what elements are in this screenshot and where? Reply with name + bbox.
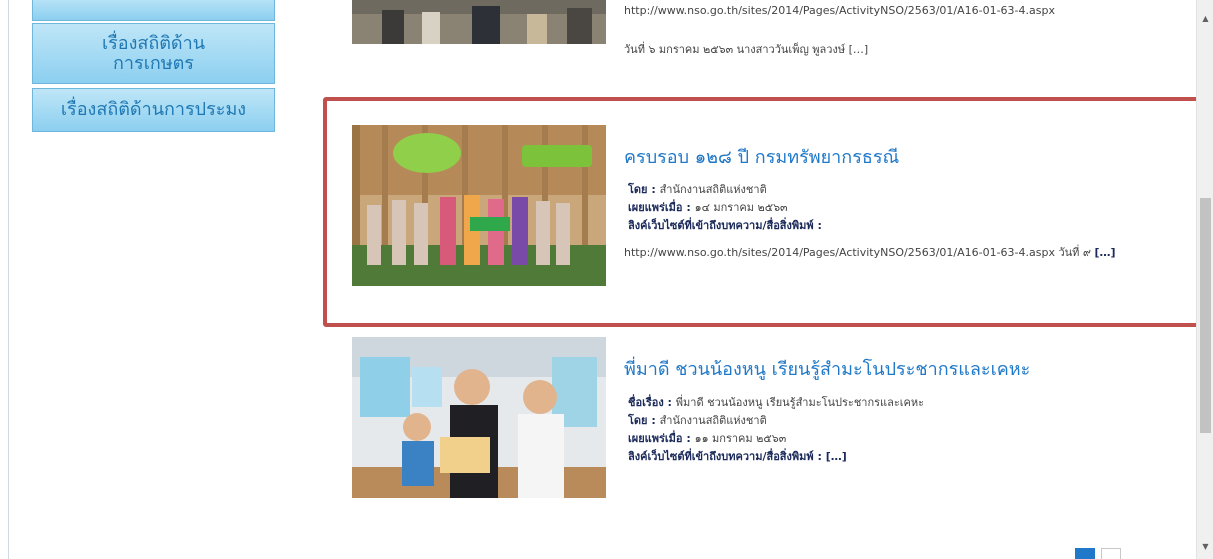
up-arrow-icon[interactable]: ▲	[1197, 10, 1213, 27]
article-title-link[interactable]: พี่มาดี ชวนน้องหนู เรียนรู้สำมะโนประชากร…	[624, 354, 1030, 383]
article-title-link[interactable]: ครบรอบ ๑๒๘ ปี กรมทรัพยากรธรณี	[624, 142, 899, 171]
meta-by: โดย : สำนักงานสถิติแห่งชาติ	[628, 183, 767, 196]
sidebar-item-agriculture[interactable]: เรื่องสถิติด้าน การเกษตร	[32, 23, 275, 84]
meta-subject: ชื่อเรื่อง : พี่มาดี ชวนน้องหนู เรียนรู้…	[628, 396, 925, 409]
pager-dot[interactable]	[1101, 548, 1121, 559]
article-thumbnail[interactable]	[352, 0, 606, 44]
left-frame-border	[0, 0, 9, 559]
sidebar-item-partial[interactable]	[32, 0, 275, 21]
article-meta: ชื่อเรื่อง : พี่มาดี ชวนน้องหนู เรียนรู้…	[628, 394, 924, 466]
meta-published: เผยแพร่เมื่อ : ๑๔ มกราคม ๒๕๖๓	[628, 201, 788, 214]
article-thumbnail[interactable]	[352, 337, 606, 498]
article-date-text: วันที่ ๖ มกราคม ๒๕๖๓ นางสาววันเพ็ญ พูลวง…	[624, 43, 869, 56]
article-link-text: http://www.nso.go.th/sites/2014/Pages/Ac…	[624, 246, 1116, 259]
article-thumbnail[interactable]	[352, 125, 606, 286]
read-more-link[interactable]: […]	[1094, 246, 1115, 259]
pager-dot-active[interactable]	[1075, 548, 1095, 559]
sidebar-item-fishery[interactable]: เรื่องสถิติด้านการประมง	[32, 88, 275, 132]
meta-by: โดย : สำนักงานสถิติแห่งชาติ	[628, 414, 767, 427]
meta-published: เผยแพร่เมื่อ : ๑๑ มกราคม ๒๕๖๓	[628, 432, 787, 445]
sidebar-item-label-line2: การเกษตร	[113, 52, 194, 74]
article-url-text: http://www.nso.go.th/sites/2014/Pages/Ac…	[624, 4, 1055, 17]
vertical-scrollbar[interactable]: ▲ ▼	[1196, 0, 1213, 559]
meta-link-label: ลิงค์เว็บไซต์ที่เข้าถึงบทความ/สื่อสิ่งพิ…	[628, 219, 822, 232]
meta-link: ลิงค์เว็บไซต์ที่เข้าถึงบทความ/สื่อสิ่งพิ…	[628, 450, 847, 463]
down-arrow-icon[interactable]: ▼	[1197, 538, 1213, 555]
scrollbar-thumb[interactable]	[1200, 198, 1211, 433]
article-meta: โดย : สำนักงานสถิติแห่งชาติ เผยแพร่เมื่อ…	[628, 181, 822, 235]
sidebar-item-label-line1: เรื่องสถิติด้าน	[101, 32, 206, 54]
read-more-link[interactable]: […]	[826, 450, 847, 463]
sidebar-item-label: เรื่องสถิติด้านการประมง	[60, 99, 247, 120]
